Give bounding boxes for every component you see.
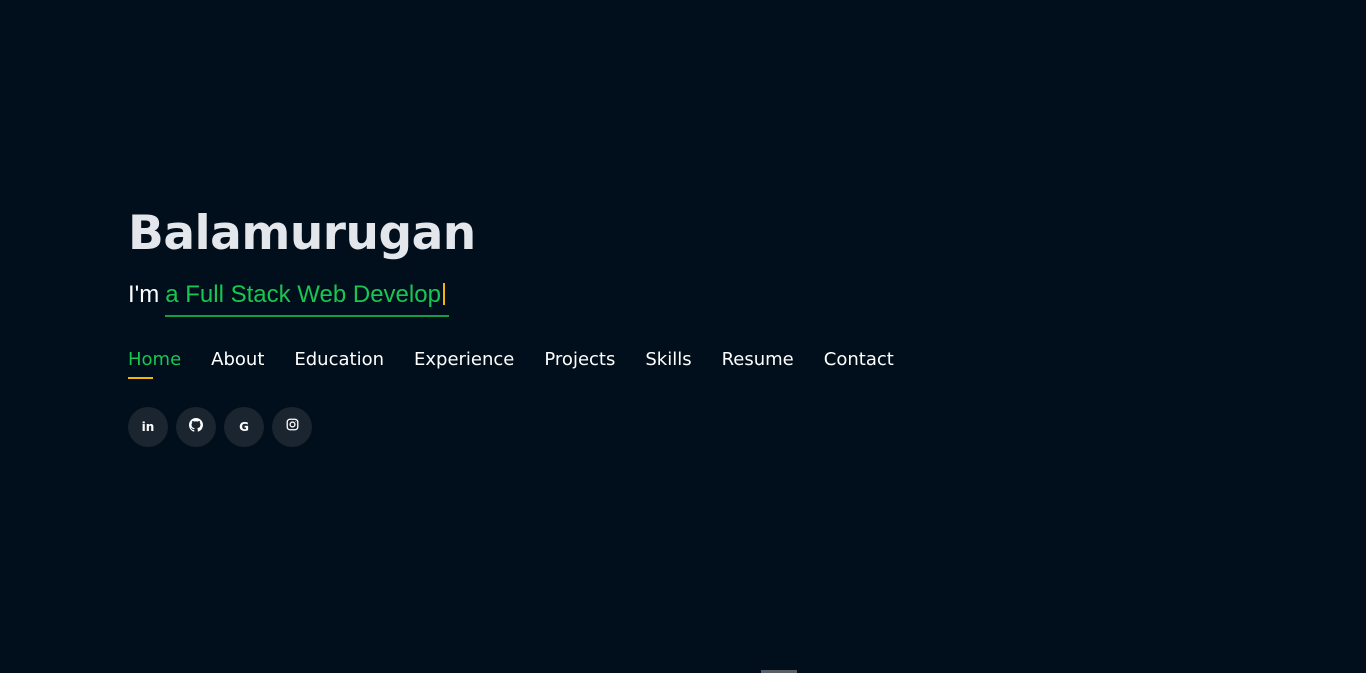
tagline-prefix: I'm: [128, 281, 160, 308]
typing-cursor: [442, 283, 445, 305]
nav-item-skills[interactable]: Skills: [645, 349, 691, 379]
hero-tagline: I'm a Full Stack Web Develop: [128, 280, 894, 317]
linkedin-icon: in: [141, 420, 155, 434]
github-button[interactable]: [176, 407, 216, 447]
instagram-icon: [286, 418, 299, 436]
main-nav: Home About Education Experience Projects…: [128, 349, 894, 379]
hero-name: Balamurugan: [128, 206, 476, 261]
typed-text: a Full Stack Web Develop: [165, 281, 441, 308]
social-links: in G: [128, 407, 894, 447]
instagram-button[interactable]: [272, 407, 312, 447]
nav-item-resume[interactable]: Resume: [722, 349, 794, 379]
nav-item-projects[interactable]: Projects: [544, 349, 615, 379]
typed-text-container: a Full Stack Web Develop: [165, 280, 449, 317]
hero-section: Balamurugan I'm a Full Stack Web Develop…: [128, 200, 894, 447]
linkedin-button[interactable]: in: [128, 407, 168, 447]
nav-item-home[interactable]: Home: [128, 349, 181, 379]
google-icon: G: [239, 420, 249, 434]
nav-item-contact[interactable]: Contact: [824, 349, 894, 379]
nav-item-education[interactable]: Education: [294, 349, 384, 379]
nav-item-experience[interactable]: Experience: [414, 349, 514, 379]
github-icon: [189, 417, 203, 437]
google-button[interactable]: G: [224, 407, 264, 447]
nav-item-about[interactable]: About: [211, 349, 264, 379]
page: Balamurugan I'm a Full Stack Web Develop…: [0, 0, 1366, 673]
